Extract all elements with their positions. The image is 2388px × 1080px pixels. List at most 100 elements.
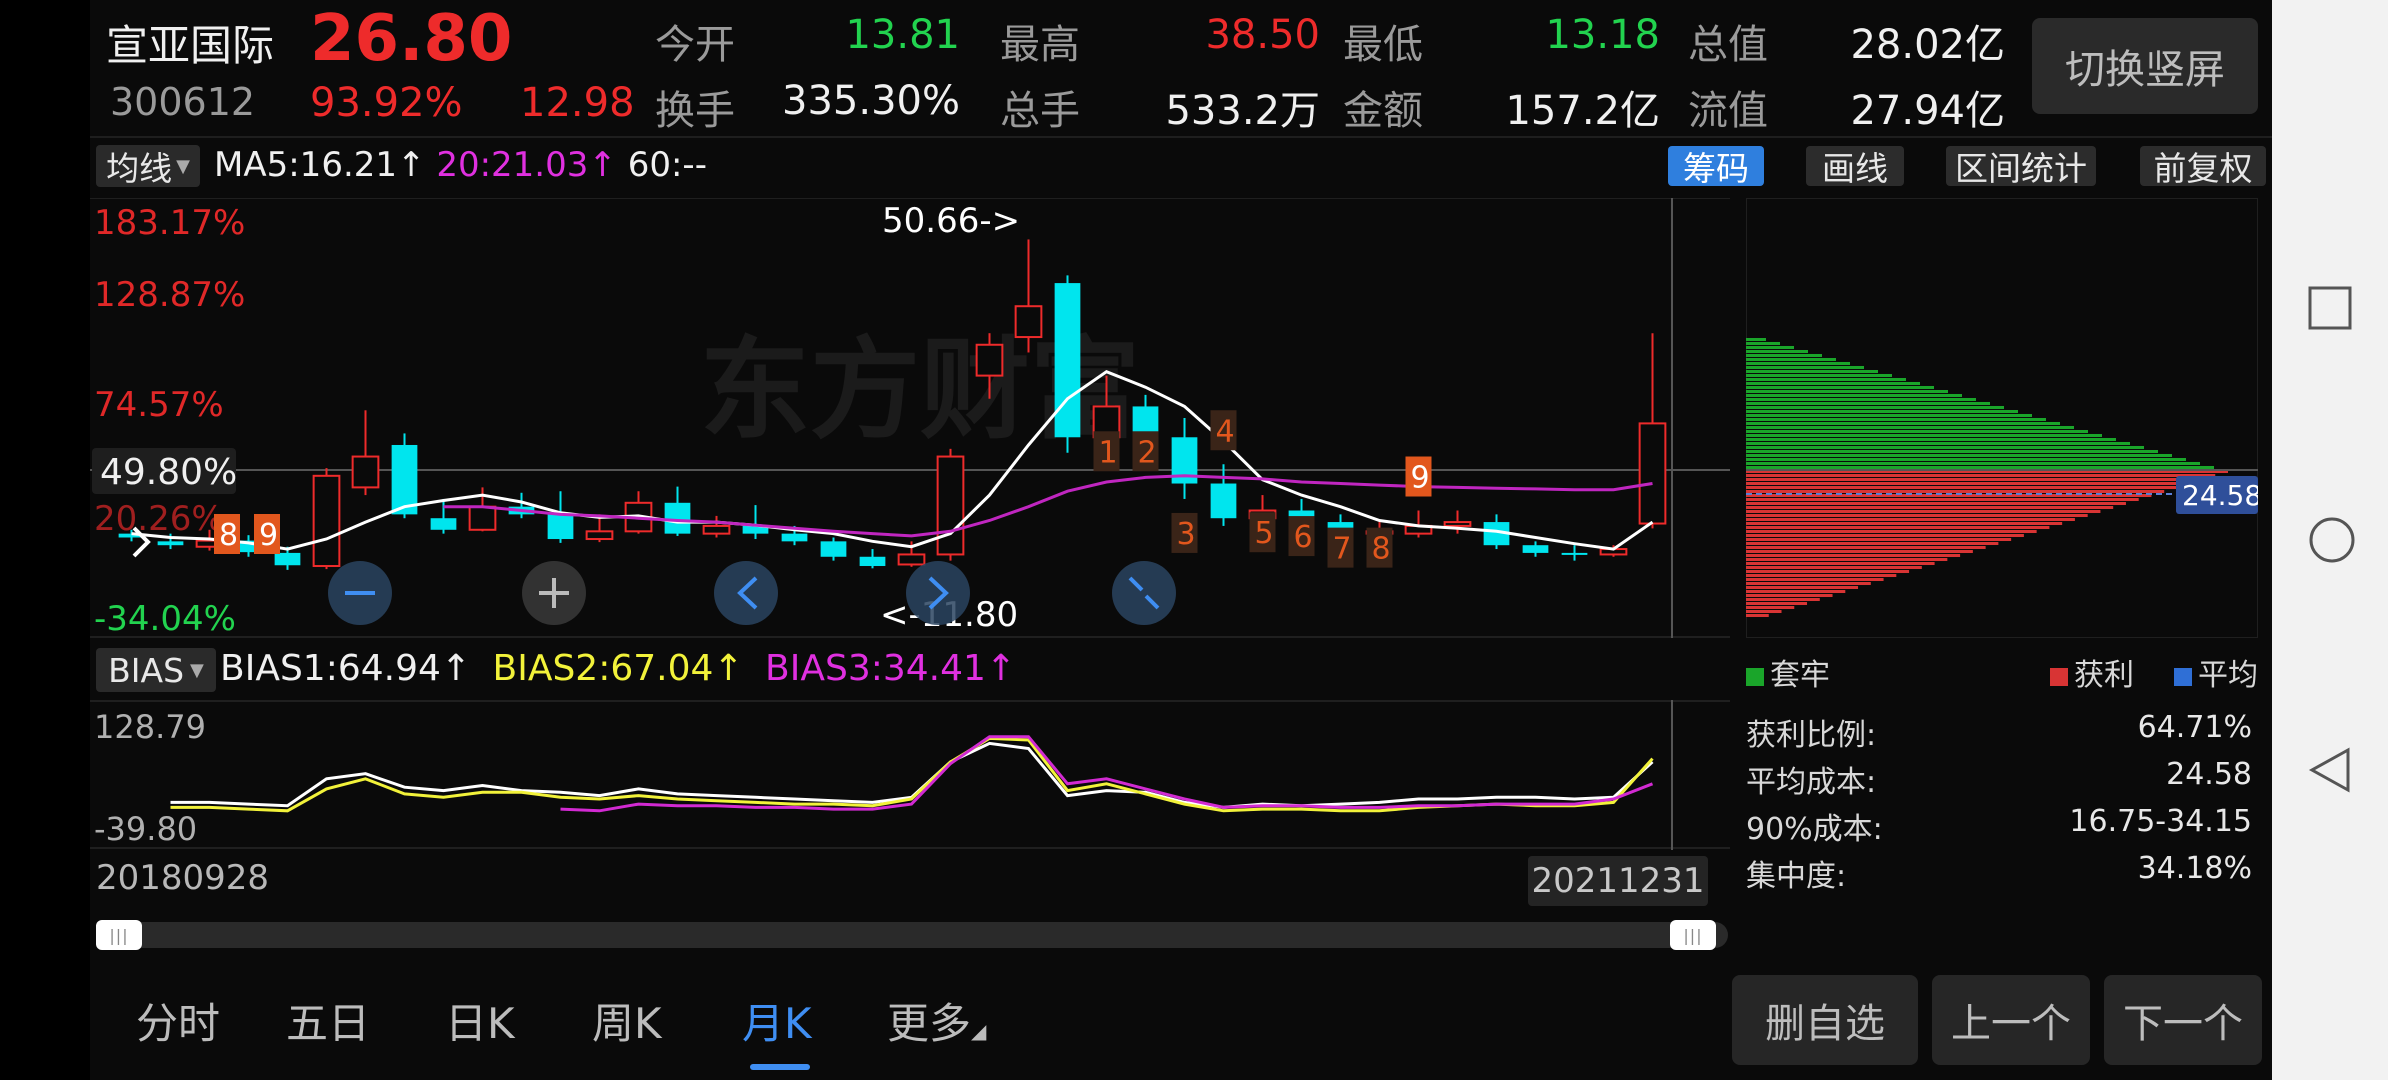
svg-text:9: 9	[1411, 461, 1430, 496]
amount-label: 金额	[1343, 88, 1423, 134]
profit-bar	[1746, 502, 2126, 505]
trapped-text: 套牢	[1770, 658, 1830, 693]
profit-swatch	[2050, 667, 2068, 686]
tab-five-day[interactable]: 五日	[286, 990, 370, 1051]
cost90-label: 90%成本:	[1746, 812, 1883, 847]
home-icon[interactable]	[2308, 516, 2356, 564]
candle-body	[585, 530, 614, 541]
stock-app: 宣亚国际 26.80 300612 93.92% 12.98 今开 13.81 …	[90, 0, 2272, 1080]
corner-arrow-icon: ◢	[971, 1019, 987, 1043]
bias-selector[interactable]: BIAS ▼	[96, 648, 216, 692]
tab-more[interactable]: 更多◢	[887, 990, 986, 1051]
concentration-label: 集中度:	[1746, 859, 1847, 894]
pan-left-icon[interactable]	[714, 561, 778, 625]
volume-label: 总手	[1000, 88, 1080, 134]
trapped-bar	[1746, 438, 2116, 441]
profit-bar	[1746, 514, 2088, 517]
end-date: 20211231	[1528, 856, 1708, 906]
delete-favorite-button[interactable]: 删自选	[1732, 975, 1918, 1065]
svg-text:8: 8	[219, 518, 238, 553]
td-number: 5	[1249, 512, 1276, 553]
td-left-9: 9	[254, 514, 280, 554]
trapped-bar	[1746, 418, 2046, 421]
dropdown-icon: ▼	[176, 155, 190, 177]
ma20-arrow: ↑	[588, 145, 617, 185]
svg-text:7: 7	[1333, 532, 1352, 567]
svg-text:2: 2	[1138, 435, 1157, 470]
profit-bar	[1746, 558, 1948, 561]
draw-line-button[interactable]: 画线	[1806, 146, 1904, 188]
trapped-bar	[1746, 378, 1906, 381]
dropdown-icon: ▼	[190, 659, 204, 681]
candle-body	[975, 343, 1004, 377]
svg-text:6: 6	[1294, 520, 1313, 555]
bias-chart[interactable]: 128.79 -39.80	[90, 700, 1730, 850]
turnover-value: 335.30%	[782, 78, 960, 124]
trapped-bar	[1746, 434, 2102, 437]
candle-body	[1210, 483, 1237, 519]
y-label-5: 20.26%	[94, 499, 224, 539]
grip-icon: |||	[109, 925, 129, 945]
adjust-button[interactable]: 前复权	[2140, 146, 2266, 188]
trapped-bar	[1746, 386, 1934, 389]
ma-selector-label: 均线	[106, 149, 173, 188]
candle	[936, 448, 965, 561]
trapped-bar	[1746, 390, 1948, 393]
bias3-text: BIAS3:34.41↑	[765, 648, 1017, 689]
range-handle-left[interactable]: |||	[96, 920, 142, 950]
previous-button[interactable]: 上一个	[1932, 975, 2090, 1065]
candle-body	[547, 514, 574, 540]
switch-portrait-button[interactable]: 切换竖屏	[2032, 18, 2258, 114]
profit-bar	[1746, 482, 2190, 485]
stock-code: 300612	[110, 80, 256, 124]
grip-icon: |||	[1683, 925, 1703, 945]
svg-text:4: 4	[1216, 414, 1235, 449]
bias1-text: BIAS1:64.94↑	[220, 648, 472, 689]
trapped-bar	[1746, 442, 2130, 445]
profit-bar	[1746, 542, 1999, 545]
trapped-bar	[1746, 402, 1990, 405]
chip-distribution-chart[interactable]: 24.58	[1746, 198, 2258, 638]
candle-body	[468, 505, 497, 531]
recents-icon[interactable]	[2308, 286, 2352, 330]
ma5-arrow: ↑	[397, 145, 426, 185]
ma5-text: MA5:16.21	[214, 145, 398, 185]
trapped-bar	[1746, 358, 1836, 361]
candle-body	[664, 502, 691, 534]
range-slider-track[interactable]	[96, 922, 1728, 948]
back-icon[interactable]	[2308, 746, 2352, 794]
profit-bar	[1746, 554, 1961, 557]
bias-selector-label: BIAS	[108, 650, 185, 690]
kline-chart[interactable]: 东方财富 183.17% 128.87% 74.57% 49.80% 20.26…	[90, 198, 1730, 638]
profit-bar	[1746, 578, 1884, 581]
svg-text:1: 1	[1099, 435, 1118, 470]
trapped-bar	[1746, 462, 2200, 465]
y-label-3: 74.57%	[94, 385, 224, 425]
profit-bar	[1746, 486, 2177, 489]
profit-bar	[1746, 478, 2203, 481]
svg-text:9: 9	[259, 518, 278, 553]
chips-button[interactable]: 筹码	[1668, 146, 1764, 188]
profit-bar	[1746, 566, 1922, 569]
zoom-in-icon[interactable]	[522, 561, 586, 625]
profit-ratio-value: 64.71%	[2137, 710, 2252, 745]
ma-selector[interactable]: 均线 ▼	[96, 145, 200, 188]
next-button[interactable]: 下一个	[2104, 975, 2262, 1065]
range-stats-button[interactable]: 区间统计	[1946, 146, 2096, 188]
td-number: 3	[1171, 512, 1198, 553]
tab-daily-k[interactable]: 日K	[445, 990, 515, 1051]
td-number: 8	[1366, 527, 1393, 568]
pan-right-icon[interactable]	[906, 561, 970, 625]
tab-weekly-k[interactable]: 周K	[592, 990, 662, 1051]
tab-intraday[interactable]: 分时	[136, 990, 220, 1051]
candle-body	[702, 524, 731, 535]
ma60-text: 60:--	[627, 145, 707, 185]
collapse-icon[interactable]	[1112, 561, 1176, 625]
start-date: 20180928	[96, 858, 270, 898]
profit-bar	[1746, 498, 2139, 501]
tab-monthly-k[interactable]: 月K	[742, 990, 812, 1051]
candle-body	[859, 556, 886, 567]
trapped-bar	[1746, 466, 2214, 469]
zoom-out-icon[interactable]	[328, 561, 392, 625]
range-handle-right[interactable]: |||	[1670, 920, 1716, 950]
